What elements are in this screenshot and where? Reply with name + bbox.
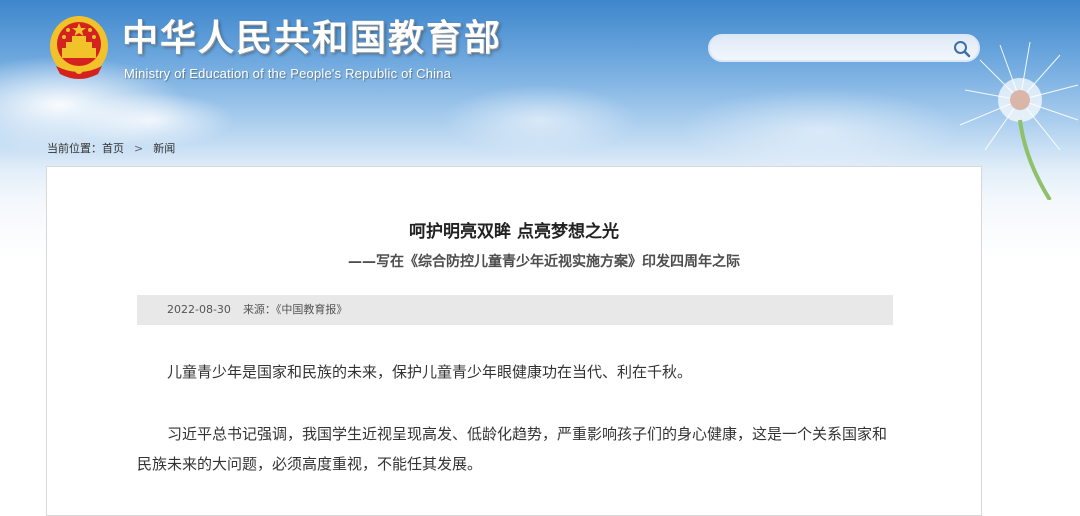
article-source: 来源：《中国教育报》 (242, 303, 348, 316)
article-card: 呵护明亮双眸 点亮梦想之光 ——写在《综合防控儿童青少年近视实施方案》印发四周年… (46, 166, 982, 516)
search-input[interactable] (724, 39, 948, 59)
breadcrumb-news-link[interactable]: 新闻 (153, 140, 175, 156)
article-paragraph: 习近平总书记强调，我国学生近视呈现高发、低龄化趋势，严重影响孩子们的身心健康，这… (137, 425, 888, 473)
site-subtitle: Ministry of Education of the People's Re… (124, 66, 452, 81)
article-subtitle: ——写在《综合防控儿童青少年近视实施方案》印发四周年之际 (348, 254, 740, 270)
article-title: 呵护明亮双眸 点亮梦想之光 (409, 222, 619, 242)
breadcrumb-label: 当前位置： (47, 142, 102, 155)
article-date: 2022-08-30 (167, 303, 231, 316)
national-emblem-icon (50, 16, 108, 79)
article-meta-bar: 2022-08-30 来源：《中国教育报》 (137, 295, 893, 325)
site-title[interactable]: 中华人民共和国教育部 (122, 16, 502, 62)
breadcrumb-home-link[interactable]: 首页 (102, 140, 124, 156)
article-paragraph: 儿童青少年是国家和民族的未来，保护儿童青少年眼健康功在当代、利在千秋。 (167, 363, 693, 381)
breadcrumb: 当前位置：首页 > 新闻 (47, 140, 175, 156)
chevron-right-icon: > (134, 141, 144, 155)
